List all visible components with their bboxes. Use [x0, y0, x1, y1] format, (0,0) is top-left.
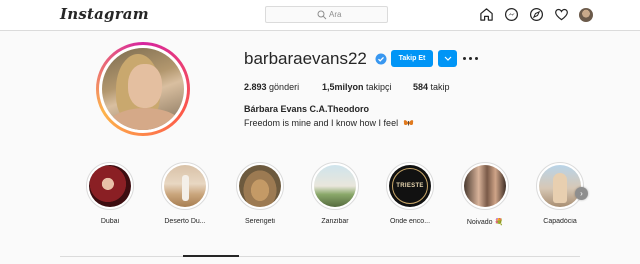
search-placeholder: Ara	[329, 10, 342, 19]
suggested-accounts-button[interactable]	[438, 50, 457, 67]
highlight-label: Noivado 💐	[466, 219, 504, 226]
highlight-label: Onde enco...	[389, 218, 431, 225]
tab-bar-divider	[60, 256, 580, 257]
following-label: takip	[430, 82, 450, 92]
top-navigation-bar: Instagram Ara	[0, 0, 640, 31]
follow-button[interactable]: Takip Et	[391, 50, 433, 67]
highlight-cover	[314, 165, 356, 207]
username: barbaraevans22	[244, 49, 367, 68]
active-tab-indicator	[183, 255, 239, 257]
highlight-serengeti[interactable]: Serengeti	[232, 162, 288, 225]
more-options-icon[interactable]	[463, 55, 478, 61]
highlight-cover	[89, 165, 131, 207]
highlight-cover-text: TRIESTE	[396, 183, 424, 189]
heart-icon[interactable]	[554, 7, 569, 22]
posts-value: 2.893	[244, 82, 267, 92]
messenger-icon[interactable]	[504, 7, 519, 22]
highlight-noivado[interactable]: Noivado 💐	[457, 162, 513, 226]
butterfly-emoji-icon	[403, 120, 413, 126]
bio-row: Freedom is mine and I know how I feel	[244, 118, 414, 128]
highlight-label: Dubai	[100, 218, 120, 225]
highlight-label: Deserto Du...	[164, 218, 206, 225]
full-name: Bárbara Evans C.A.Theodoro	[244, 104, 370, 114]
following-value: 584	[413, 82, 429, 92]
highlight-cover	[239, 165, 281, 207]
profile-picture[interactable]	[99, 45, 187, 133]
bio-text: Freedom is mine and I know how I feel	[244, 118, 399, 128]
followers-value: 1,5milyon	[322, 82, 364, 92]
highlight-label: Serengeti	[245, 218, 275, 225]
highlight-dubai[interactable]: Dubai	[82, 162, 138, 225]
highlight-cover: TRIESTE	[389, 165, 431, 207]
explore-icon[interactable]	[529, 7, 544, 22]
home-icon[interactable]	[479, 7, 494, 22]
chevron-down-icon	[444, 56, 451, 61]
highlight-cover	[464, 165, 506, 207]
highlight-deserto[interactable]: Deserto Du...	[157, 162, 213, 225]
search-input[interactable]: Ara	[265, 6, 388, 23]
followers-label: takipçi	[366, 82, 392, 92]
verified-badge-icon	[375, 53, 387, 65]
highlight-label: Capadócia	[543, 218, 577, 225]
posts-label: gönderi	[269, 82, 300, 92]
avatar[interactable]	[579, 8, 593, 22]
highlight-cover	[164, 165, 206, 207]
highlight-onde-encontrar[interactable]: TRIESTE Onde enco...	[382, 162, 438, 225]
instagram-logo[interactable]: Instagram	[60, 5, 149, 23]
posts-count: 2.893 gönderi	[244, 82, 299, 92]
following-link[interactable]: 584 takip	[413, 82, 450, 92]
highlight-zanzibar[interactable]: Zanzibar	[307, 162, 363, 225]
highlight-cover	[539, 165, 581, 207]
search-icon	[317, 10, 327, 20]
followers-link[interactable]: 1,5milyon takipçi	[322, 82, 392, 92]
highlight-label: Zanzibar	[321, 218, 349, 225]
chevron-right-icon[interactable]: ›	[575, 187, 588, 200]
